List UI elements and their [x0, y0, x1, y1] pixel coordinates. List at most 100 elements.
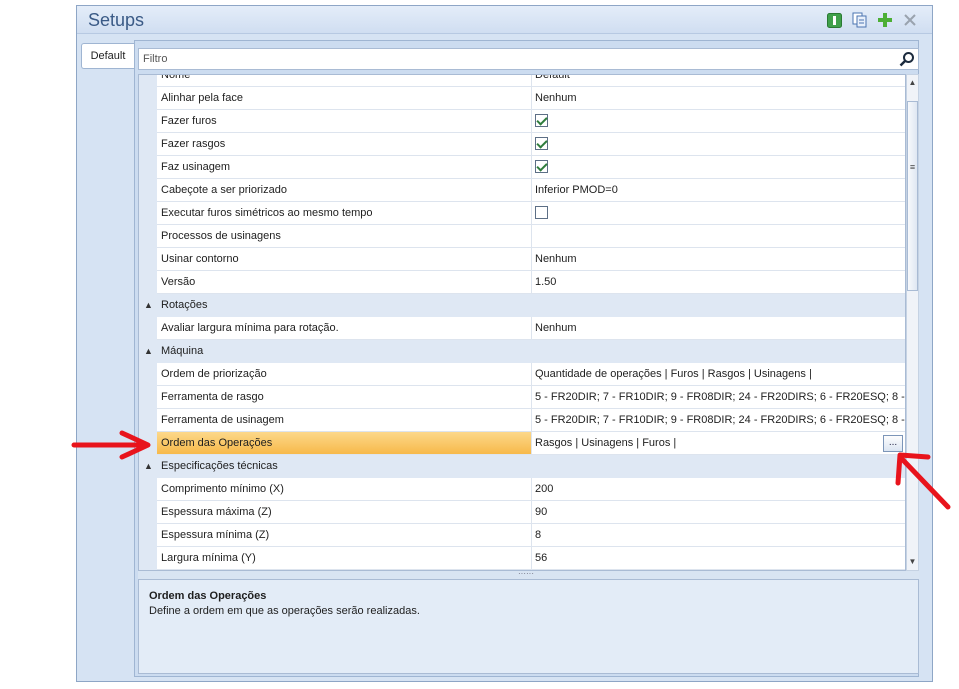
collapse-chevron-icon[interactable]: ▲ — [144, 455, 153, 477]
property-value-text: Quantidade de operações | Furos | Rasgos… — [535, 368, 812, 380]
property-row[interactable]: Usinar contorno Nenhum — [139, 248, 905, 271]
property-value[interactable]: 56 — [532, 547, 905, 570]
property-row[interactable]: Nome Default — [139, 74, 905, 87]
property-name[interactable]: Ferramenta de usinagem — [157, 409, 532, 432]
close-icon[interactable] — [902, 12, 918, 28]
description-splitter[interactable]: ······ — [138, 570, 919, 579]
info-icon[interactable] — [826, 12, 842, 28]
property-name[interactable]: Espessura mínima (Z) — [157, 524, 532, 547]
title-bar: Setups — [77, 6, 932, 34]
property-name[interactable]: Largura mínima (Y) — [157, 547, 532, 570]
property-name[interactable]: Comprimento mínimo (X) — [157, 478, 532, 501]
property-name[interactable]: Usinar contorno — [157, 248, 532, 271]
property-value[interactable] — [532, 133, 905, 156]
property-row[interactable]: Largura mínima (Y) 56 — [139, 547, 905, 570]
scroll-up-icon[interactable]: ▲ — [907, 77, 918, 89]
property-name[interactable]: Fazer rasgos — [157, 133, 532, 156]
property-row[interactable]: Versão 1.50 — [139, 271, 905, 294]
property-row-selected[interactable]: Ordem das Operações Rasgos | Usinagens | … — [139, 432, 905, 455]
row-gutter — [139, 432, 157, 455]
property-value-text: Rasgos | Usinagens | Furos | — [535, 437, 677, 449]
property-value[interactable]: 200 — [532, 478, 905, 501]
filter-input[interactable] — [139, 49, 879, 69]
ellipsis-button[interactable]: ... — [883, 435, 903, 452]
property-row[interactable]: Processos de usinagens — [139, 225, 905, 248]
property-name[interactable]: Alinhar pela face — [157, 87, 532, 110]
property-row[interactable]: Espessura mínima (Z) 8 — [139, 524, 905, 547]
category-row[interactable]: ▲ Especificações técnicas — [139, 455, 905, 478]
category-label: Especificações técnicas — [161, 460, 278, 472]
property-name[interactable]: Faz usinagem — [157, 156, 532, 179]
search-icon[interactable] — [899, 51, 915, 67]
property-value[interactable]: Quantidade de operações | Furos | Rasgos… — [532, 363, 905, 386]
row-gutter — [139, 110, 157, 133]
property-name[interactable]: Nome — [157, 75, 532, 87]
property-value[interactable]: 5 - FR20DIR; 7 - FR10DIR; 9 - FR08DIR; 2… — [532, 409, 905, 432]
add-icon[interactable] — [877, 12, 893, 28]
property-row[interactable]: Comprimento mínimo (X) 200 — [139, 478, 905, 501]
property-value[interactable] — [532, 110, 905, 133]
property-name[interactable]: Processos de usinagens — [157, 225, 532, 248]
copy-icon[interactable] — [852, 12, 868, 28]
category-row[interactable]: ▲ Rotações — [139, 294, 905, 317]
property-value[interactable]: Nenhum — [532, 87, 905, 110]
property-row[interactable]: Ferramenta de rasgo 5 - FR20DIR; 7 - FR10… — [139, 386, 905, 409]
property-value[interactable]: 5 - FR20DIR; 7 - FR10DIR; 9 - FR08DIR; 2… — [532, 386, 905, 409]
collapse-chevron-icon[interactable]: ▲ — [144, 294, 153, 316]
property-value-text: Nenhum — [535, 322, 577, 334]
property-name[interactable]: Espessura máxima (Z) — [157, 501, 532, 524]
property-value[interactable] — [532, 156, 905, 179]
property-value-text: Default — [535, 74, 570, 81]
property-row[interactable]: Faz usinagem — [139, 156, 905, 179]
property-value[interactable]: Rasgos | Usinagens | Furos |... — [532, 432, 905, 455]
property-checkbox[interactable] — [535, 206, 548, 219]
property-row[interactable]: Ordem de priorização Quantidade de operaç… — [139, 363, 905, 386]
property-value[interactable] — [532, 202, 905, 225]
property-name[interactable]: Avaliar largura mínima para rotação. — [157, 317, 532, 340]
property-row[interactable]: Ferramenta de usinagem 5 - FR20DIR; 7 - F… — [139, 409, 905, 432]
scroll-down-icon[interactable]: ▼ — [907, 556, 918, 568]
property-row[interactable]: Alinhar pela face Nenhum — [139, 87, 905, 110]
property-name[interactable]: Ordem de priorização — [157, 363, 532, 386]
tab-default[interactable]: Default — [81, 43, 134, 69]
property-name[interactable]: Cabeçote a ser priorizado — [157, 179, 532, 202]
property-checkbox[interactable] — [535, 114, 548, 127]
property-value[interactable]: Nenhum — [532, 248, 905, 271]
category-row[interactable]: ▲ Máquina — [139, 340, 905, 363]
vertical-scrollbar[interactable]: ▲ ≡ ▼ — [906, 74, 919, 571]
collapse-chevron-icon[interactable]: ▲ — [144, 340, 153, 362]
property-value[interactable] — [532, 225, 905, 248]
property-row[interactable]: Avaliar largura mínima para rotação. Nenh… — [139, 317, 905, 340]
property-row[interactable]: Cabeçote a ser priorizado Inferior PMOD=0 — [139, 179, 905, 202]
property-row[interactable]: Fazer rasgos — [139, 133, 905, 156]
property-name[interactable]: Fazer furos — [157, 110, 532, 133]
property-checkbox[interactable] — [535, 160, 548, 173]
property-value[interactable]: Inferior PMOD=0 — [532, 179, 905, 202]
property-row[interactable]: Fazer furos — [139, 110, 905, 133]
property-value-text: 5 - FR20DIR; 7 - FR10DIR; 9 - FR08DIR; 2… — [535, 414, 905, 426]
property-name[interactable]: Executar furos simétricos ao mesmo tempo — [157, 202, 532, 225]
property-value-text: 56 — [535, 552, 548, 564]
property-name[interactable]: Ferramenta de rasgo — [157, 386, 532, 409]
property-value[interactable]: 1.50 — [532, 271, 905, 294]
description-text: Define a ordem em que as operações serão… — [149, 605, 420, 617]
property-row[interactable]: Executar furos simétricos ao mesmo tempo — [139, 202, 905, 225]
property-value[interactable]: 90 — [532, 501, 905, 524]
property-value[interactable]: Default — [532, 74, 905, 87]
row-gutter — [139, 225, 157, 248]
row-gutter — [139, 547, 157, 570]
property-value[interactable]: Nenhum — [532, 317, 905, 340]
property-checkbox[interactable] — [535, 137, 548, 150]
property-name[interactable]: Ordem das Operações — [157, 432, 532, 455]
scroll-thumb[interactable] — [907, 101, 918, 291]
row-gutter — [139, 202, 157, 225]
property-value-text: 8 — [535, 529, 542, 541]
property-value-text: 90 — [535, 506, 548, 518]
property-grid: Nome Default Alinhar pela face Nenhum Fazer … — [138, 74, 906, 571]
property-row[interactable]: Espessura máxima (Z) 90 — [139, 501, 905, 524]
row-gutter — [139, 87, 157, 110]
row-gutter — [139, 248, 157, 271]
row-gutter — [139, 133, 157, 156]
property-name[interactable]: Versão — [157, 271, 532, 294]
property-value[interactable]: 8 — [532, 524, 905, 547]
